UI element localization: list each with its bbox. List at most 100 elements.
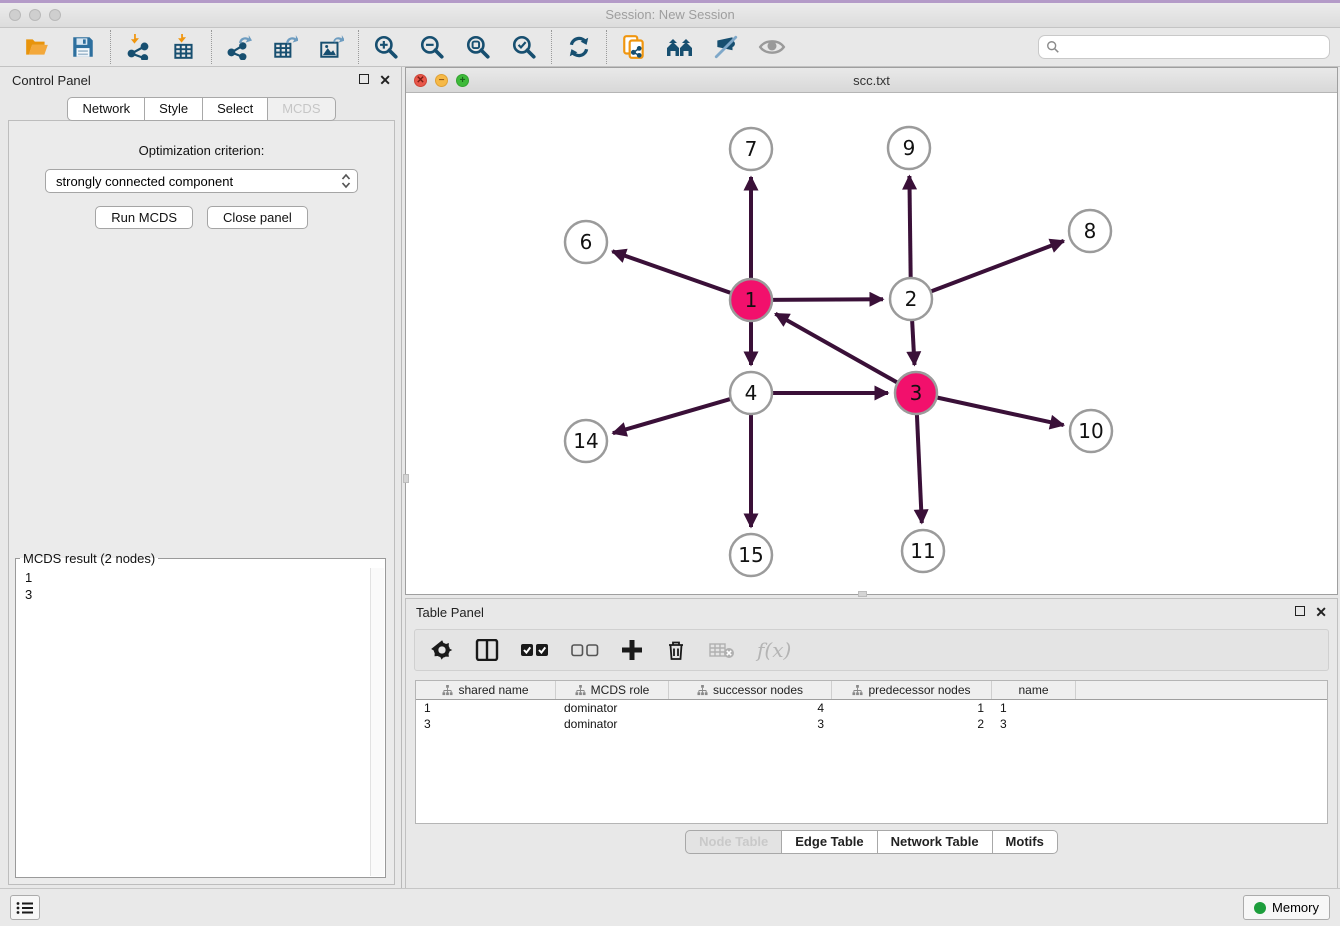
column-header-name[interactable]: name — [992, 681, 1076, 699]
add-column-icon[interactable] — [621, 637, 643, 663]
column-header-shared-name[interactable]: shared name — [416, 681, 556, 699]
search-input[interactable] — [1065, 40, 1322, 55]
network-close-button[interactable]: ✕ — [414, 74, 427, 87]
cell-successor-nodes[interactable]: 3 — [669, 716, 832, 732]
export-table-icon[interactable] — [271, 33, 299, 61]
export-image-icon[interactable] — [317, 33, 345, 61]
graph-node-7[interactable]: 7 — [730, 128, 772, 170]
graph-node-11[interactable]: 11 — [902, 530, 944, 572]
table-panel-close-button[interactable]: ✕ — [1315, 605, 1327, 619]
cell-shared-name[interactable]: 1 — [416, 700, 556, 716]
control-panel-close-button[interactable]: ✕ — [379, 73, 391, 87]
select-all-columns-icon[interactable] — [521, 637, 549, 663]
graph-node-8[interactable]: 8 — [1069, 210, 1111, 252]
cell-shared-name[interactable]: 3 — [416, 716, 556, 732]
graph-node-6[interactable]: 6 — [565, 221, 607, 263]
graph-edge-2-3[interactable] — [912, 318, 915, 365]
tab-network-table[interactable]: Network Table — [878, 830, 993, 854]
graph-node-14[interactable]: 14 — [565, 420, 607, 462]
refresh-layout-icon[interactable] — [565, 33, 593, 61]
tab-mcds[interactable]: MCDS — [268, 97, 335, 121]
graph-node-2[interactable]: 2 — [890, 278, 932, 320]
tab-motifs[interactable]: Motifs — [993, 830, 1058, 854]
graph-edge-1-6[interactable] — [612, 251, 733, 293]
column-header-filler — [1076, 681, 1327, 699]
node-table: shared name MCDS role successor nodes pr… — [415, 680, 1328, 824]
tab-node-table[interactable]: Node Table — [685, 830, 782, 854]
import-network-icon[interactable] — [124, 33, 152, 61]
graph-node-1[interactable]: 1 — [730, 279, 772, 321]
save-session-icon[interactable] — [69, 33, 97, 61]
zoom-in-icon[interactable] — [372, 33, 400, 61]
window-zoom-button[interactable] — [49, 9, 61, 21]
tab-network[interactable]: Network — [67, 97, 145, 121]
network-window-title: scc.txt — [406, 68, 1337, 93]
column-header-mcds-role[interactable]: MCDS role — [556, 681, 669, 699]
cell-name[interactable]: 3 — [992, 716, 1076, 732]
graph-edge-1-2[interactable] — [770, 299, 883, 300]
function-builder-icon[interactable]: f(x) — [757, 637, 791, 663]
graph-edge-3-11[interactable] — [917, 412, 922, 523]
graph-node-10[interactable]: 10 — [1070, 410, 1112, 452]
graph-edge-3-10[interactable] — [935, 397, 1064, 425]
zoom-out-icon[interactable] — [418, 33, 446, 61]
network-canvas[interactable]: 7 9 6 8 1 2 4 3 14 10 15 11 — [406, 93, 1337, 594]
graph-node-15[interactable]: 15 — [730, 534, 772, 576]
cell-predecessor-nodes[interactable]: 2 — [832, 716, 992, 732]
open-file-icon[interactable] — [23, 33, 51, 61]
window-minimize-button[interactable] — [29, 9, 41, 21]
import-table-icon[interactable] — [170, 33, 198, 61]
hide-selected-icon[interactable] — [712, 33, 740, 61]
delete-column-icon[interactable] — [665, 637, 687, 663]
run-mcds-button[interactable]: Run MCDS — [95, 206, 193, 229]
memory-status-icon — [1254, 902, 1266, 914]
control-panel-float-button[interactable] — [359, 74, 369, 86]
graph-node-3[interactable]: 3 — [895, 372, 937, 414]
graph-edge-2-9[interactable] — [909, 176, 910, 280]
graph-edge-3-1[interactable] — [775, 314, 899, 384]
window-close-button[interactable] — [9, 9, 21, 21]
unselect-all-columns-icon[interactable] — [571, 637, 599, 663]
result-scrollbar[interactable] — [370, 568, 384, 876]
control-panel-tabs: Network Style Select MCDS — [2, 97, 401, 121]
table-row[interactable]: 1 dominator 4 1 1 — [416, 700, 1327, 716]
close-panel-button[interactable]: Close panel — [207, 206, 308, 229]
split-view-icon[interactable] — [475, 637, 499, 663]
tab-edge-table[interactable]: Edge Table — [782, 830, 877, 854]
cell-predecessor-nodes[interactable]: 1 — [832, 700, 992, 716]
memory-button[interactable]: Memory — [1243, 895, 1330, 920]
network-graph[interactable]: 7 9 6 8 1 2 4 3 14 10 15 11 — [406, 93, 1337, 594]
first-neighbors-icon[interactable] — [666, 33, 694, 61]
mcds-result-text[interactable]: 1 3 — [17, 568, 369, 876]
criterion-dropdown[interactable]: strongly connected component — [45, 169, 358, 193]
network-minimize-button[interactable]: − — [435, 74, 448, 87]
cell-mcds-role[interactable]: dominator — [556, 700, 669, 716]
cell-successor-nodes[interactable]: 4 — [669, 700, 832, 716]
table-panel-tabs: Node Table Edge Table Network Table Moti… — [406, 830, 1337, 854]
column-header-predecessor-nodes[interactable]: predecessor nodes — [832, 681, 992, 699]
delete-table-icon[interactable] — [709, 637, 735, 663]
application-window: Session: New Session — [0, 0, 1340, 926]
splitter-handle[interactable] — [858, 591, 867, 597]
cell-name[interactable]: 1 — [992, 700, 1076, 716]
task-history-button[interactable] — [10, 895, 40, 920]
graph-edge-2-8[interactable] — [929, 241, 1064, 292]
tab-style[interactable]: Style — [145, 97, 203, 121]
export-network-icon[interactable] — [225, 33, 253, 61]
column-header-successor-nodes[interactable]: successor nodes — [669, 681, 832, 699]
table-row[interactable]: 3 dominator 3 2 3 — [416, 716, 1327, 732]
graph-node-4[interactable]: 4 — [730, 372, 772, 414]
graph-node-9[interactable]: 9 — [888, 127, 930, 169]
graph-edge-4-14[interactable] — [613, 398, 733, 433]
control-panel: Control Panel ✕ Network Style Select MCD… — [2, 67, 402, 889]
copy-network-icon[interactable] — [620, 33, 648, 61]
show-graphics-icon[interactable] — [758, 33, 786, 61]
cell-mcds-role[interactable]: dominator — [556, 716, 669, 732]
table-panel-float-button[interactable] — [1295, 606, 1305, 618]
tab-select[interactable]: Select — [203, 97, 268, 121]
zoom-selected-icon[interactable] — [510, 33, 538, 61]
gear-icon[interactable] — [431, 637, 453, 663]
zoom-fit-icon[interactable] — [464, 33, 492, 61]
network-zoom-button[interactable]: + — [456, 74, 469, 87]
splitter-handle[interactable] — [403, 474, 409, 483]
